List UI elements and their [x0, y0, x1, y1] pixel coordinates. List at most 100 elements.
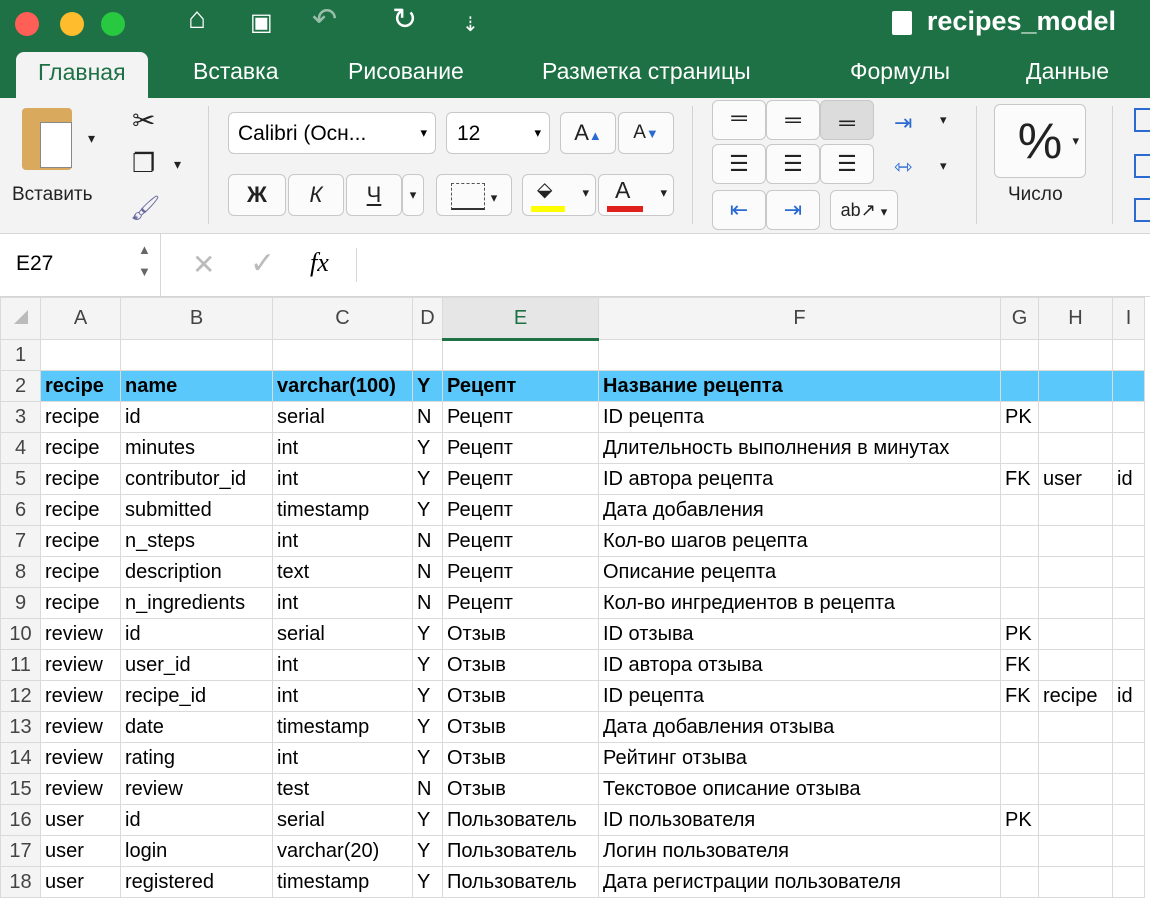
- row-header[interactable]: 16: [0, 804, 41, 836]
- cell-d3[interactable]: N: [412, 401, 443, 433]
- cell-h14[interactable]: [1038, 742, 1113, 774]
- cell-i7[interactable]: [1112, 525, 1145, 557]
- align-bottom-button[interactable]: ═: [820, 100, 874, 140]
- copy-icon[interactable]: ❐: [132, 148, 155, 179]
- cell-b13[interactable]: date: [120, 711, 273, 743]
- cell-a3[interactable]: recipe: [40, 401, 121, 433]
- cell-i10[interactable]: [1112, 618, 1145, 650]
- cell-e18[interactable]: Пользователь: [442, 866, 599, 898]
- cell-d16[interactable]: Y: [412, 804, 443, 836]
- cell-h10[interactable]: [1038, 618, 1113, 650]
- cell-g15[interactable]: [1000, 773, 1039, 805]
- column-header-e[interactable]: E: [442, 297, 599, 341]
- row-header[interactable]: 7: [0, 525, 41, 557]
- cell-d18[interactable]: Y: [412, 866, 443, 898]
- cell-b3[interactable]: id: [120, 401, 273, 433]
- cell-g2[interactable]: [1000, 370, 1039, 402]
- close-window-button[interactable]: [15, 12, 39, 36]
- cell-c15[interactable]: test: [272, 773, 413, 805]
- cell-b15[interactable]: review: [120, 773, 273, 805]
- cell-a14[interactable]: review: [40, 742, 121, 774]
- cell-e1[interactable]: [442, 339, 599, 371]
- format-table-icon[interactable]: [1134, 154, 1150, 178]
- cell-i15[interactable]: [1112, 773, 1145, 805]
- cell-a10[interactable]: review: [40, 618, 121, 650]
- borders-button[interactable]: ▾: [436, 174, 512, 216]
- cell-d7[interactable]: N: [412, 525, 443, 557]
- confirm-icon[interactable]: ✓: [250, 246, 275, 281]
- cell-f12[interactable]: ID рецепта: [598, 680, 1001, 712]
- cell-c7[interactable]: int: [272, 525, 413, 557]
- align-left-button[interactable]: ☰: [712, 144, 766, 184]
- cell-h12[interactable]: recipe: [1038, 680, 1113, 712]
- cell-a8[interactable]: recipe: [40, 556, 121, 588]
- cell-c1[interactable]: [272, 339, 413, 371]
- cell-h5[interactable]: user: [1038, 463, 1113, 495]
- cell-d15[interactable]: N: [412, 773, 443, 805]
- cell-f1[interactable]: [598, 339, 1001, 371]
- align-center-button[interactable]: ☰: [766, 144, 820, 184]
- tab-insert[interactable]: Вставка: [193, 58, 279, 85]
- cell-i17[interactable]: [1112, 835, 1145, 867]
- copy-dropdown-icon[interactable]: ▾: [174, 156, 181, 173]
- cell-e5[interactable]: Рецепт: [442, 463, 599, 495]
- cell-i5[interactable]: id: [1112, 463, 1145, 495]
- row-header[interactable]: 14: [0, 742, 41, 774]
- cell-i8[interactable]: [1112, 556, 1145, 588]
- column-header-c[interactable]: C: [272, 297, 413, 340]
- align-middle-button[interactable]: ═: [766, 100, 820, 140]
- row-header[interactable]: 4: [0, 432, 41, 464]
- cell-e7[interactable]: Рецепт: [442, 525, 599, 557]
- cell-f8[interactable]: Описание рецепта: [598, 556, 1001, 588]
- select-all-corner[interactable]: [0, 297, 41, 340]
- name-box[interactable]: E27 ▲ ▼: [0, 234, 161, 296]
- cell-c9[interactable]: int: [272, 587, 413, 619]
- cell-e14[interactable]: Отзыв: [442, 742, 599, 774]
- cell-f9[interactable]: Кол-во ингредиентов в рецепта: [598, 587, 1001, 619]
- font-size-select[interactable]: 12 ▾: [446, 112, 550, 154]
- cell-d14[interactable]: Y: [412, 742, 443, 774]
- cell-g11[interactable]: FK: [1000, 649, 1039, 681]
- spreadsheet-grid[interactable]: A B C D E F G H I 1 2 recipe name varchar(10…: [0, 297, 1150, 916]
- cell-a2[interactable]: recipe: [40, 370, 121, 402]
- cell-c2[interactable]: varchar(100): [272, 370, 413, 402]
- cell-e2[interactable]: Рецепт: [442, 370, 599, 402]
- cell-e16[interactable]: Пользователь: [442, 804, 599, 836]
- cell-i12[interactable]: id: [1112, 680, 1145, 712]
- wrap-text-icon[interactable]: ⇥: [894, 110, 912, 136]
- cell-styles-icon[interactable]: [1134, 198, 1150, 222]
- chevron-down-icon[interactable]: ▾: [940, 112, 947, 128]
- tab-page-layout[interactable]: Разметка страницы: [542, 58, 751, 85]
- paste-icon[interactable]: [22, 108, 72, 170]
- row-header[interactable]: 11: [0, 649, 41, 681]
- format-painter-icon[interactable]: 🖌: [130, 194, 160, 223]
- paste-label[interactable]: Вставить: [12, 184, 93, 206]
- cell-c4[interactable]: int: [272, 432, 413, 464]
- number-format-button[interactable]: % ▾: [994, 104, 1086, 178]
- cell-e11[interactable]: Отзыв: [442, 649, 599, 681]
- stepper-up-icon[interactable]: ▲: [138, 242, 151, 257]
- cell-f16[interactable]: ID пользователя: [598, 804, 1001, 836]
- cell-h8[interactable]: [1038, 556, 1113, 588]
- column-header-a[interactable]: A: [40, 297, 121, 340]
- paste-dropdown-icon[interactable]: ▾: [88, 130, 95, 147]
- merge-cells-icon[interactable]: ⇿: [894, 154, 912, 180]
- tab-formulas[interactable]: Формулы: [850, 58, 950, 85]
- font-name-select[interactable]: Calibri (Осн... ▾: [228, 112, 436, 154]
- cell-a7[interactable]: recipe: [40, 525, 121, 557]
- cell-f18[interactable]: Дата регистрации пользователя: [598, 866, 1001, 898]
- cell-i16[interactable]: [1112, 804, 1145, 836]
- cell-e6[interactable]: Рецепт: [442, 494, 599, 526]
- cell-e9[interactable]: Рецепт: [442, 587, 599, 619]
- cell-d6[interactable]: Y: [412, 494, 443, 526]
- cell-h13[interactable]: [1038, 711, 1113, 743]
- zoom-window-button[interactable]: [101, 12, 125, 36]
- cell-a18[interactable]: user: [40, 866, 121, 898]
- row-header[interactable]: 2: [0, 370, 41, 402]
- cell-b10[interactable]: id: [120, 618, 273, 650]
- cell-g16[interactable]: PK: [1000, 804, 1039, 836]
- row-header[interactable]: 1: [0, 339, 41, 371]
- cell-c12[interactable]: int: [272, 680, 413, 712]
- cell-b12[interactable]: recipe_id: [120, 680, 273, 712]
- scissors-icon[interactable]: ✂: [132, 104, 155, 137]
